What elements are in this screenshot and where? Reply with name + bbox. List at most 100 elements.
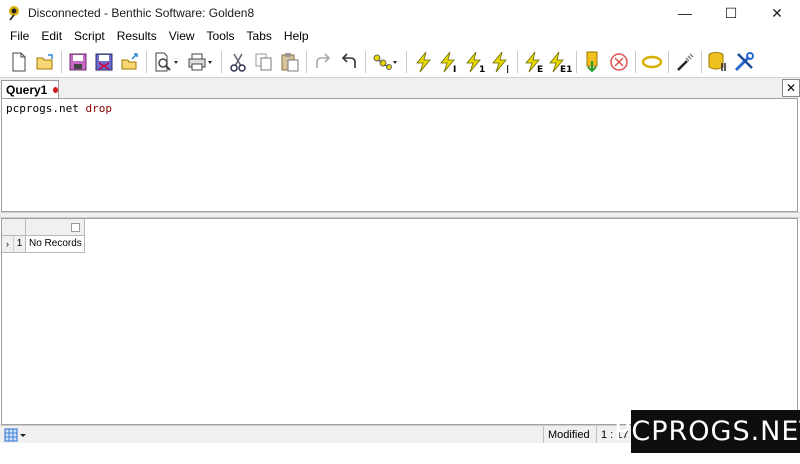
export-button[interactable] [117, 49, 143, 75]
save-as-icon [95, 53, 113, 70]
print-preview-icon [155, 52, 178, 71]
toolbar-separator [517, 50, 518, 73]
title-bar: Disconnected - Benthic Software: Golden8… [0, 0, 800, 26]
commit-button[interactable] [580, 49, 606, 75]
print-icon [188, 53, 212, 70]
editor-text: pcprogs.net [6, 102, 86, 115]
tools-icon [734, 51, 754, 71]
menu-view[interactable]: View [163, 26, 201, 46]
toolbar-separator [61, 50, 62, 73]
open-folder-icon [36, 53, 53, 69]
execute-to-cursor-icon: | [492, 51, 509, 73]
editor-keyword: drop [85, 102, 112, 115]
toolbar-separator [306, 50, 307, 73]
execute-one-icon: 1 [466, 51, 485, 73]
editor-line: pcprogs.net drop [6, 102, 112, 115]
toolbar-separator [668, 50, 669, 73]
redo-icon [316, 52, 331, 68]
menu-script[interactable]: Script [68, 26, 111, 46]
execute-one-button[interactable]: 1 [462, 49, 488, 75]
watermark: PCPROGS.NET [614, 410, 800, 453]
open-file-button[interactable] [32, 49, 58, 75]
paste-icon [281, 52, 299, 71]
toolbar-separator [701, 50, 702, 73]
execute-step-icon: I [440, 51, 456, 73]
rollback-button[interactable] [606, 49, 632, 75]
row-number: 1 [14, 236, 26, 252]
toolbar-separator [146, 50, 147, 73]
cut-button[interactable] [225, 49, 251, 75]
rollback-icon [610, 52, 628, 71]
menu-results[interactable]: Results [111, 26, 163, 46]
window-title: Disconnected - Benthic Software: Golden8 [28, 6, 255, 20]
grid-corner-cell[interactable] [2, 219, 26, 236]
copy-icon [255, 53, 272, 70]
menu-tabs[interactable]: Tabs [241, 26, 278, 46]
results-grid[interactable]: › 1 No Records [1, 218, 798, 425]
svg-text:|: | [506, 65, 509, 73]
settings-button[interactable] [705, 49, 731, 75]
tab-label: Query1 [6, 83, 48, 97]
grid-view-button[interactable] [4, 428, 28, 442]
maximize-button[interactable]: ☐ [708, 0, 754, 26]
print-preview-button[interactable] [150, 49, 184, 75]
svg-text:E1: E1 [560, 65, 572, 73]
toolbar-separator [365, 50, 366, 73]
execute-explain-one-icon: E1 [549, 51, 572, 73]
svg-text:I: I [453, 65, 456, 73]
menu-tools[interactable]: Tools [201, 26, 241, 46]
undo-icon [341, 52, 356, 68]
explain-plan-button[interactable] [369, 49, 403, 75]
table-cell[interactable]: No Records [26, 236, 85, 252]
execute-to-cursor-button[interactable]: | [488, 49, 514, 75]
svg-text:1: 1 [479, 65, 485, 73]
status-modified: Modified [543, 426, 595, 444]
execute-explain-button[interactable]: E [521, 49, 547, 75]
save-as-button[interactable] [91, 49, 117, 75]
execute-explain-one-button[interactable]: E1 [547, 49, 573, 75]
menu-help[interactable]: Help [278, 26, 315, 46]
grid-column-header[interactable] [26, 219, 85, 236]
sql-editor[interactable]: pcprogs.net drop [1, 98, 798, 212]
execute-explain-icon: E [525, 51, 543, 73]
menu-file[interactable]: File [4, 26, 35, 46]
new-file-button[interactable] [6, 49, 32, 75]
undo-button[interactable] [336, 49, 362, 75]
toolbar-separator [221, 50, 222, 73]
disconnect-button[interactable] [639, 49, 665, 75]
redo-button[interactable] [310, 49, 336, 75]
paste-button[interactable] [277, 49, 303, 75]
save-button[interactable] [65, 49, 91, 75]
clear-button[interactable] [672, 49, 698, 75]
app-logo-icon [9, 6, 19, 21]
commit-icon [586, 51, 598, 72]
window-controls: — ☐ ✕ [662, 0, 800, 26]
cut-icon [230, 53, 246, 72]
close-tab-button[interactable]: ✕ [782, 79, 800, 97]
modified-indicator [53, 87, 58, 93]
svg-text:E: E [537, 65, 543, 73]
grid-header [2, 219, 85, 236]
menu-edit[interactable]: Edit [35, 26, 68, 46]
toolbar-separator [635, 50, 636, 73]
tab-query1[interactable]: Query1 [1, 80, 59, 99]
table-row[interactable]: › 1 No Records [2, 236, 85, 253]
toolbar: I 1 | E E1 [0, 46, 800, 77]
select-all-checkbox[interactable] [71, 223, 80, 232]
print-button[interactable] [184, 49, 218, 75]
row-indicator-icon: › [2, 236, 14, 252]
toolbar-separator [406, 50, 407, 73]
minimize-button[interactable]: — [662, 0, 708, 26]
export-icon [121, 52, 138, 69]
execute-step-button[interactable]: I [436, 49, 462, 75]
toolbar-separator [576, 50, 577, 73]
close-window-button[interactable]: ✕ [754, 0, 800, 26]
settings-icon [708, 51, 726, 71]
tools-button[interactable] [731, 49, 757, 75]
save-icon [69, 53, 87, 70]
execute-button[interactable] [410, 49, 436, 75]
explain-plan-icon [373, 54, 397, 70]
copy-button[interactable] [251, 49, 277, 75]
tab-strip: Query1 ✕ [0, 77, 800, 99]
execute-icon [416, 51, 431, 72]
